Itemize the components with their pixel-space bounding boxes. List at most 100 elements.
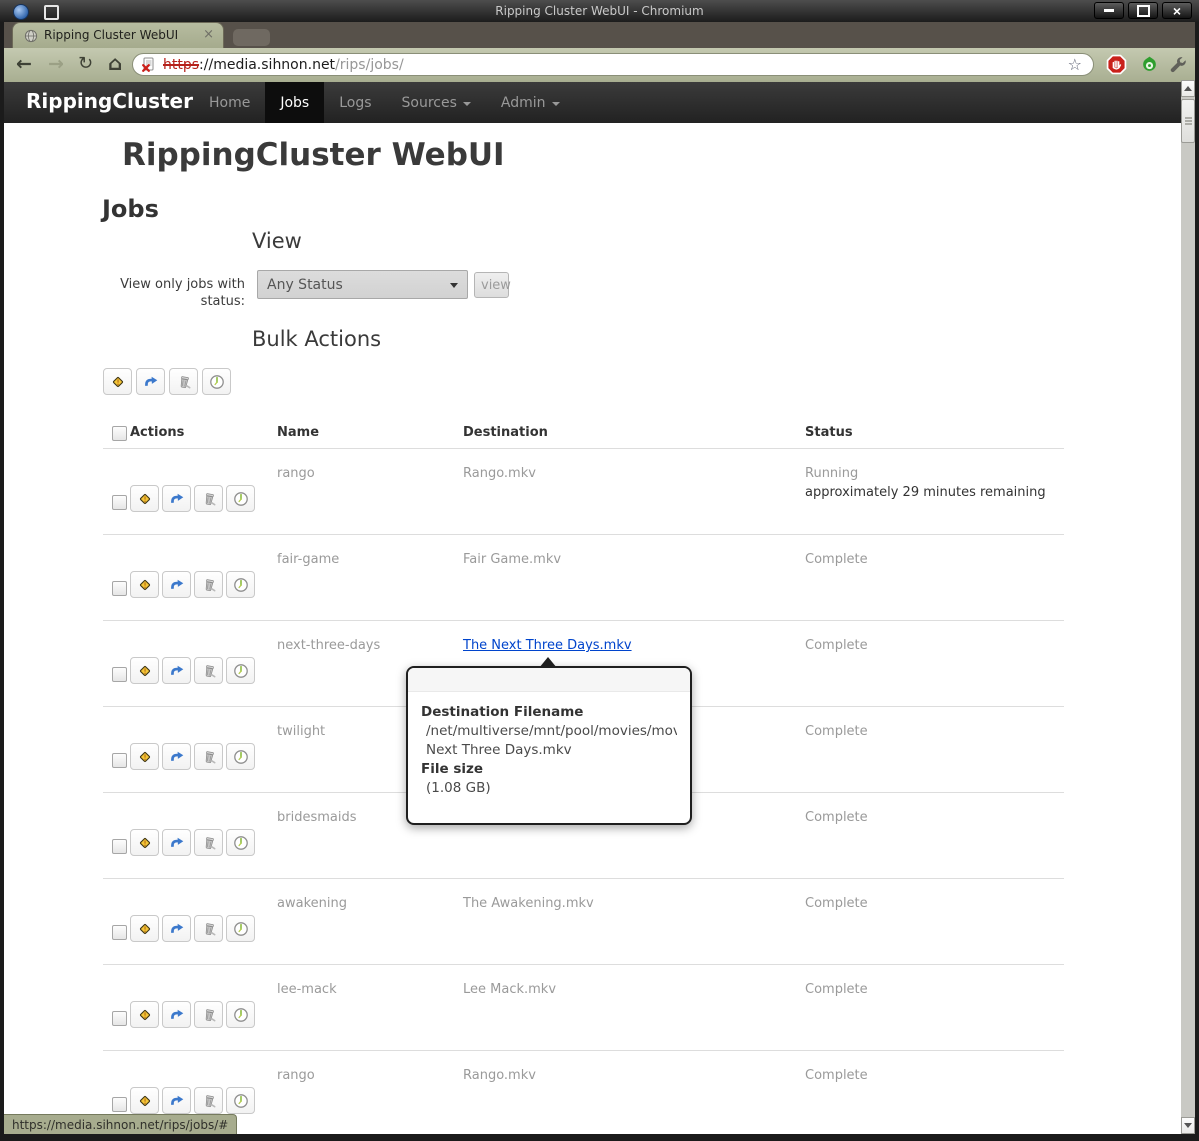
delete-icon: [201, 1007, 217, 1023]
delete-icon: [201, 1093, 217, 1109]
job-status: Complete: [805, 552, 868, 567]
scroll-up-button[interactable]: [1181, 80, 1195, 97]
caret-down-icon: [552, 102, 560, 106]
nav-item-label: Home: [209, 95, 250, 111]
abort-icon: [137, 663, 153, 679]
delete-button[interactable]: [194, 1087, 223, 1114]
schedule-button[interactable]: [226, 485, 255, 512]
delete-button[interactable]: [194, 1001, 223, 1028]
reload-icon[interactable]: ↻: [78, 52, 93, 76]
window-titlebar: Ripping Cluster WebUI - Chromium ×: [0, 0, 1199, 22]
stop-hand-extension-icon[interactable]: [1106, 54, 1127, 79]
delete-button[interactable]: [194, 657, 223, 684]
row-checkbox[interactable]: [112, 667, 127, 682]
retry-button[interactable]: [162, 657, 191, 684]
schedule-button[interactable]: [226, 657, 255, 684]
retry-button[interactable]: [162, 829, 191, 856]
delete-button[interactable]: [169, 368, 198, 395]
schedule-button[interactable]: [226, 571, 255, 598]
bookmark-star-icon[interactable]: ☆: [1068, 55, 1082, 74]
delete-button[interactable]: [194, 571, 223, 598]
schedule-button[interactable]: [202, 368, 231, 395]
insecure-page-icon[interactable]: [141, 57, 156, 72]
globe-favicon-icon: [24, 28, 38, 42]
scrollbar-thumb[interactable]: [1181, 99, 1195, 143]
abort-button[interactable]: [130, 1087, 159, 1114]
wrench-menu-icon[interactable]: [1168, 55, 1187, 78]
retry-button[interactable]: [162, 743, 191, 770]
abort-icon: [137, 577, 153, 593]
table-row: awakeningThe Awakening.mkvComplete: [103, 879, 1064, 965]
delete-button[interactable]: [194, 829, 223, 856]
popover-size-value: (1.08 GB): [421, 779, 677, 798]
brand-logo[interactable]: RippingCluster: [26, 89, 193, 113]
row-actions: [130, 915, 255, 942]
destination-text: Rango.mkv: [463, 1068, 536, 1083]
maximize-icon: [1137, 5, 1150, 17]
nav-item-admin[interactable]: Admin: [486, 82, 575, 123]
row-checkbox[interactable]: [112, 1011, 127, 1026]
browser-toolbar: ← → ↻ ⌂ https://media.sihnon.net/rips/jo…: [4, 48, 1195, 82]
caret-down-icon: [463, 102, 471, 106]
abort-icon: [137, 1007, 153, 1023]
retry-button[interactable]: [162, 571, 191, 598]
nav-item-logs[interactable]: Logs: [324, 82, 386, 123]
schedule-button[interactable]: [226, 1087, 255, 1114]
vertical-scrollbar[interactable]: [1181, 80, 1195, 1134]
maximize-button[interactable]: [1128, 2, 1158, 19]
schedule-button[interactable]: [226, 743, 255, 770]
schedule-button[interactable]: [226, 829, 255, 856]
retry-button[interactable]: [162, 1087, 191, 1114]
abort-button[interactable]: [103, 368, 132, 395]
row-checkbox[interactable]: [112, 495, 127, 510]
status-filter-select[interactable]: Any Status: [257, 270, 468, 299]
destination-text: Lee Mack.mkv: [463, 982, 556, 997]
abort-button[interactable]: [130, 1001, 159, 1028]
new-tab-button[interactable]: [233, 29, 270, 46]
delete-button[interactable]: [194, 915, 223, 942]
forward-icon: →: [48, 52, 64, 76]
row-checkbox[interactable]: [112, 753, 127, 768]
nav-item-jobs[interactable]: Jobs: [265, 82, 324, 123]
retry-button[interactable]: [162, 485, 191, 512]
delete-icon: [201, 577, 217, 593]
row-checkbox[interactable]: [112, 581, 127, 596]
minimize-button[interactable]: [1094, 2, 1124, 19]
abort-button[interactable]: [130, 657, 159, 684]
browser-tab[interactable]: Ripping Cluster WebUI ×: [12, 22, 224, 48]
nav-item-home[interactable]: Home: [194, 82, 265, 123]
retry-button[interactable]: [162, 1001, 191, 1028]
row-checkbox[interactable]: [112, 1097, 127, 1112]
delete-button[interactable]: [194, 743, 223, 770]
nav-menu: Home JobsLogsSourcesAdmin: [194, 82, 575, 123]
tab-close-icon[interactable]: ×: [203, 27, 214, 42]
select-all-checkbox[interactable]: [112, 426, 127, 441]
back-icon[interactable]: ←: [16, 52, 32, 76]
green-extension-icon[interactable]: [1140, 55, 1159, 78]
popover-dest-label: Destination Filename: [421, 703, 677, 722]
address-bar[interactable]: https://media.sihnon.net/rips/jobs/ ☆: [132, 53, 1094, 76]
home-icon[interactable]: ⌂: [108, 51, 122, 75]
abort-button[interactable]: [130, 915, 159, 942]
nav-item-sources[interactable]: Sources: [387, 82, 486, 123]
view-button[interactable]: view: [474, 272, 509, 298]
retry-button[interactable]: [136, 368, 165, 395]
popover-title-bar: [408, 668, 690, 692]
job-status: Complete: [805, 896, 868, 911]
destination-link[interactable]: The Next Three Days.mkv: [463, 638, 632, 653]
schedule-button[interactable]: [226, 1001, 255, 1028]
row-actions: [130, 571, 255, 598]
retry-button[interactable]: [162, 915, 191, 942]
schedule-button[interactable]: [226, 915, 255, 942]
url-text[interactable]: https://media.sihnon.net/rips/jobs/: [163, 57, 404, 73]
abort-button[interactable]: [130, 571, 159, 598]
row-checkbox[interactable]: [112, 839, 127, 854]
abort-button[interactable]: [130, 829, 159, 856]
scroll-down-button[interactable]: [1181, 1117, 1195, 1134]
close-button[interactable]: ×: [1162, 2, 1192, 19]
row-checkbox[interactable]: [112, 925, 127, 940]
abort-button[interactable]: [130, 743, 159, 770]
job-status: Complete: [805, 982, 868, 997]
abort-button[interactable]: [130, 485, 159, 512]
delete-button[interactable]: [194, 485, 223, 512]
